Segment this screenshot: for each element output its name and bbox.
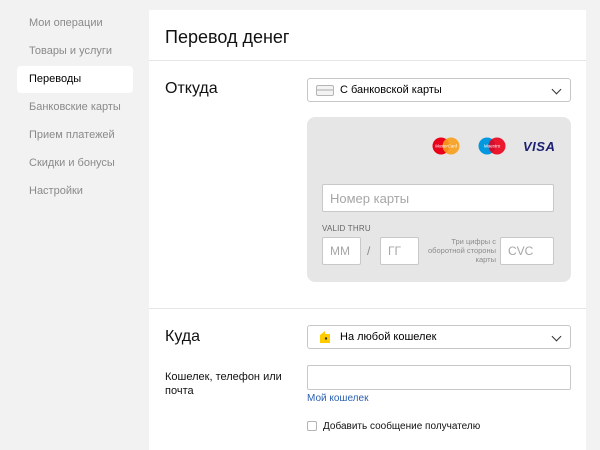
sidebar-nav: Мои операции Товары и услуги Переводы Ба…	[0, 0, 148, 450]
card-number-input[interactable]	[322, 184, 554, 212]
divider	[149, 308, 586, 309]
sidebar-item-settings[interactable]: Настройки	[17, 178, 133, 205]
sidebar-item-payment-acceptance[interactable]: Прием платежей	[17, 122, 133, 149]
sidebar-item-my-operations[interactable]: Мои операции	[17, 10, 133, 37]
transfer-panel: Перевод денег Откуда С банковской карты …	[149, 10, 586, 450]
mastercard-logo-icon: MasterCard	[432, 137, 460, 155]
visa-logo-icon: VISA	[523, 139, 556, 154]
wallet-field-label: Кошелек, телефон или почта	[165, 371, 282, 397]
from-label: Откуда	[165, 80, 218, 97]
sidebar-item-goods-services[interactable]: Товары и услуги	[17, 38, 133, 65]
expiry-year-input[interactable]	[380, 237, 419, 265]
chevron-down-icon	[551, 331, 562, 342]
bank-card-icon	[316, 85, 334, 96]
chevron-down-icon	[551, 84, 562, 95]
source-select[interactable]: С банковской карты	[307, 78, 571, 102]
maestro-wordmark: Maestro	[484, 144, 501, 149]
date-separator: /	[367, 244, 371, 258]
add-message-checkbox[interactable]	[307, 421, 317, 431]
valid-thru-label: VALID THRU	[322, 224, 371, 233]
wallet-icon	[320, 331, 330, 343]
add-message-label: Добавить сообщение получателю	[323, 420, 481, 432]
destination-select[interactable]: На любой кошелек	[307, 325, 571, 349]
cvc-hint: Три цифры с оборотной стороны карты	[428, 237, 496, 264]
destination-select-value: На любой кошелек	[340, 331, 437, 343]
wallet-phone-email-input[interactable]	[307, 365, 571, 390]
source-select-value: С банковской карты	[340, 84, 442, 96]
add-message-checkbox-row[interactable]: Добавить сообщение получателю	[307, 419, 480, 433]
mastercard-wordmark: MasterCard	[435, 144, 458, 149]
to-label: Куда	[165, 328, 201, 345]
sidebar-item-bank-cards[interactable]: Банковские карты	[17, 94, 133, 121]
card-form: MasterCard Maestro VISA VALID THRU / Три…	[307, 117, 571, 282]
sidebar-item-transfers[interactable]: Переводы	[17, 66, 133, 93]
sidebar-item-discounts-bonuses[interactable]: Скидки и бонусы	[17, 150, 133, 177]
divider	[149, 60, 586, 61]
my-wallet-link[interactable]: Мой кошелек	[307, 393, 368, 404]
cvc-input[interactable]	[500, 237, 554, 265]
page-title: Перевод денег	[165, 27, 290, 47]
maestro-logo-icon: Maestro	[478, 137, 506, 155]
expiry-month-input[interactable]	[322, 237, 361, 265]
